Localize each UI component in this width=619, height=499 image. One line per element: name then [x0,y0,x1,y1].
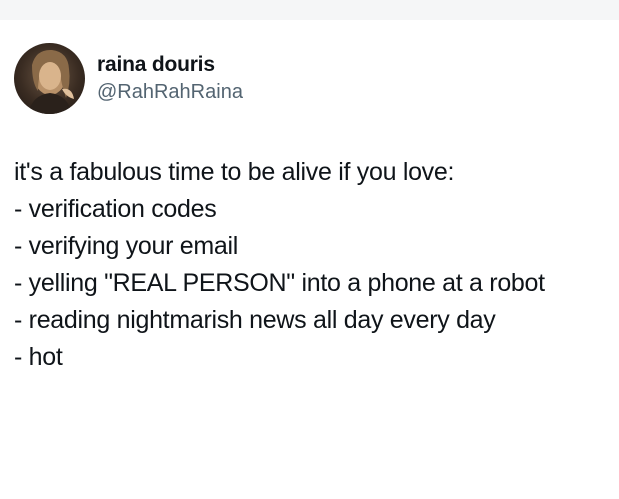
tweet-line: - verification codes [14,195,217,223]
author-display-name[interactable]: raina douris [97,52,243,77]
tweet-card: raina douris @RahRahRaina it's a fabulou… [0,0,619,499]
profile-photo-icon [28,49,74,114]
tweet-line: - verifying your email [14,232,239,260]
tweet-text: it's a fabulous time to be alive if you … [14,154,614,376]
tweet-line: - yelling "REAL PERSON" into a phone at … [14,269,545,297]
author-handle[interactable]: @RahRahRaina [97,79,243,105]
author-avatar[interactable] [14,43,85,114]
tweet-line: - hot [14,343,63,371]
author-info: raina douris @RahRahRaina [97,52,243,105]
tweet-line: - reading nightmarish news all day every… [14,306,496,334]
tweet-line: it's a fabulous time to be alive if you … [14,158,455,186]
